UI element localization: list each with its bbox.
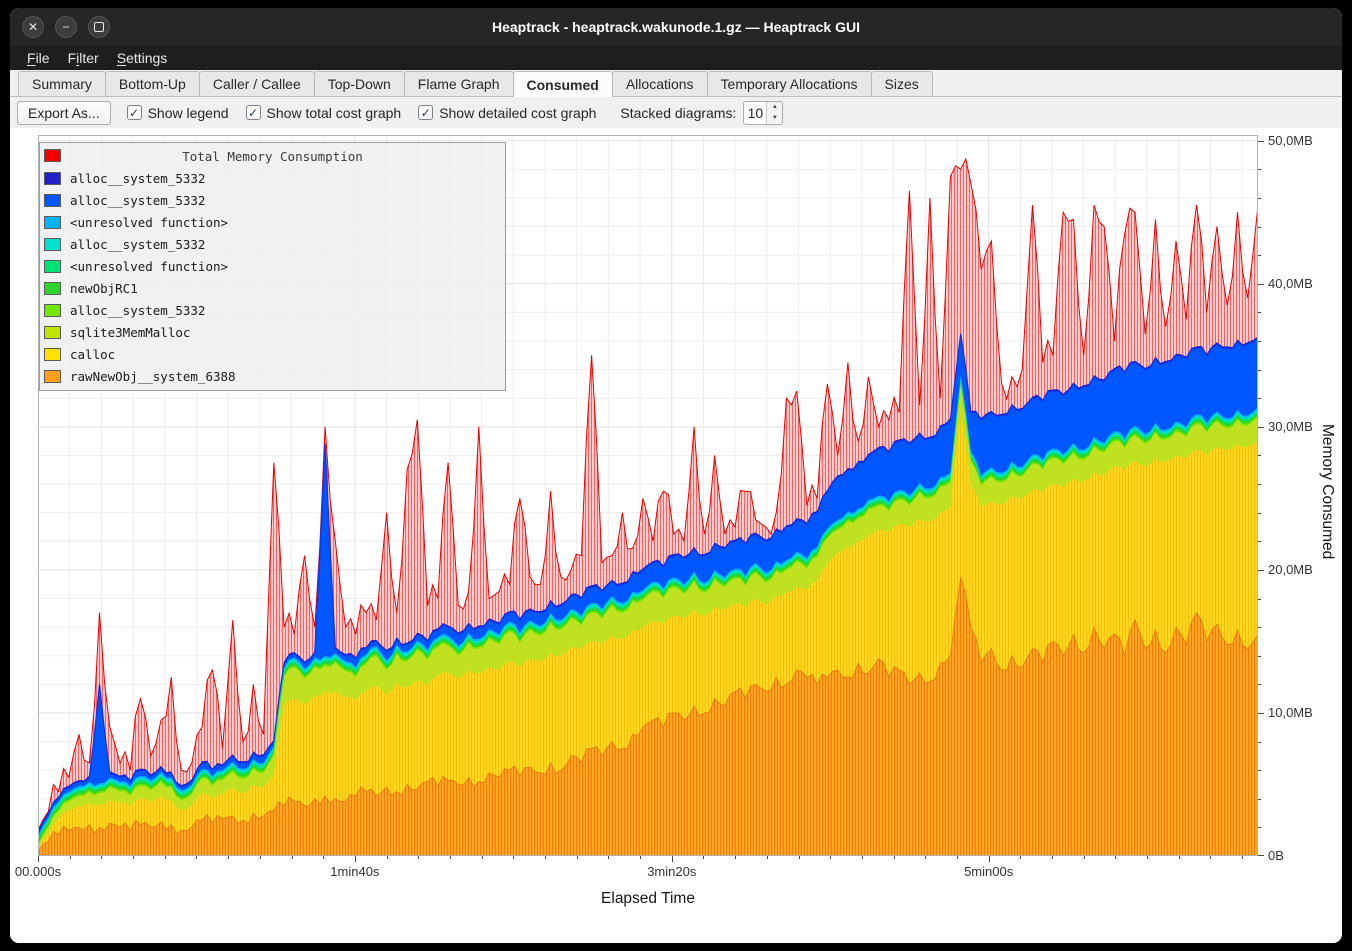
tab-caller-callee[interactable]: Caller / Callee [199, 71, 315, 96]
x-axis-ticks [38, 856, 1258, 864]
close-button[interactable]: ✕ [22, 16, 44, 38]
legend-label: sqlite3MemMalloc [70, 325, 190, 340]
legend-row: alloc__system_5332 [40, 189, 505, 211]
legend-label: alloc__system_5332 [70, 237, 205, 252]
legend-label: alloc__system_5332 [70, 171, 205, 186]
desktop-background: ✕ − Heaptrack - heaptrack.wakunode.1.gz … [0, 0, 1352, 951]
legend-swatch [44, 216, 61, 229]
legend-swatch [44, 304, 61, 317]
titlebar[interactable]: ✕ − Heaptrack - heaptrack.wakunode.1.gz … [10, 8, 1342, 46]
legend-label: <unresolved function> [70, 215, 228, 230]
legend-row: sqlite3MemMalloc [40, 321, 505, 343]
chart-legend: Total Memory Consumption alloc__system_53… [39, 142, 506, 391]
y-tick-label: 40,0MB [1268, 276, 1313, 292]
tab-bottom-up[interactable]: Bottom-Up [105, 71, 200, 96]
menu-filter[interactable]: Filter [59, 48, 108, 68]
legend-swatch [44, 238, 61, 251]
legend-swatch [44, 149, 61, 162]
y-tick-label: 10,0MB [1268, 705, 1313, 721]
checkbox-label: Show detailed cost graph [439, 105, 596, 121]
toolbar: Export As... ✓ Show legend ✓ Show total cos… [10, 97, 1342, 128]
legend-row: newObjRC1 [40, 277, 505, 299]
x-tick-label: 5min00s [944, 864, 1034, 879]
checkbox-show-detailed-cost-graph[interactable]: ✓ Show detailed cost graph [418, 105, 596, 121]
legend-swatch [44, 370, 61, 383]
window-controls: ✕ − [22, 16, 110, 38]
legend-label: alloc__system_5332 [70, 303, 205, 318]
chart-area: Total Memory Consumption alloc__system_53… [10, 128, 1342, 943]
checkbox-box: ✓ [127, 105, 142, 120]
checkbox-box: ✓ [246, 105, 261, 120]
spinbox-down-button[interactable]: ▼ [767, 113, 782, 124]
menu-file[interactable]: File [18, 48, 59, 68]
spinbox-value: 10 [744, 102, 766, 124]
spinbox-up-button[interactable]: ▲ [767, 102, 782, 113]
legend-swatch [44, 172, 61, 185]
stacked-diagrams-group: Stacked diagrams: 10 ▲ ▼ [620, 101, 783, 125]
legend-row: calloc [40, 343, 505, 365]
legend-swatch [44, 194, 61, 207]
legend-swatch [44, 326, 61, 339]
legend-label: rawNewObj__system_6388 [70, 369, 236, 384]
x-axis-title: Elapsed Time [38, 890, 1258, 908]
y-tick-label: 50,0MB [1268, 133, 1313, 149]
minimize-button[interactable]: − [55, 16, 77, 38]
x-tick-label: 3min20s [627, 864, 717, 879]
menubar: FileFilterSettings [10, 46, 1342, 70]
minimize-icon: − [62, 21, 69, 33]
checkbox-show-legend[interactable]: ✓ Show legend [127, 105, 229, 121]
legend-row: alloc__system_5332 [40, 299, 505, 321]
heaptrack-window: ✕ − Heaptrack - heaptrack.wakunode.1.gz … [10, 8, 1342, 943]
close-icon: ✕ [28, 21, 38, 33]
stacked-diagrams-label: Stacked diagrams: [620, 105, 736, 121]
maximize-button[interactable] [88, 16, 110, 38]
tab-summary[interactable]: Summary [18, 71, 106, 96]
legend-label: newObjRC1 [70, 281, 138, 296]
y-axis-title: Memory Consumed [1318, 424, 1336, 559]
legend-row: rawNewObj__system_6388 [40, 365, 505, 387]
legend-swatch [44, 282, 61, 295]
legend-label: <unresolved function> [70, 259, 228, 274]
tab-sizes[interactable]: Sizes [871, 71, 933, 96]
legend-title: Total Memory Consumption [182, 149, 363, 164]
legend-label: alloc__system_5332 [70, 193, 205, 208]
x-tick-label: 1min40s [310, 864, 400, 879]
export-as-button[interactable]: Export As... [17, 101, 111, 125]
window-title: Heaptrack - heaptrack.wakunode.1.gz — He… [140, 8, 1212, 46]
checkbox-box: ✓ [418, 105, 433, 120]
tab-allocations[interactable]: Allocations [612, 71, 708, 96]
tab-flame-graph[interactable]: Flame Graph [404, 71, 514, 96]
maximize-icon [94, 22, 104, 32]
checkbox-show-total-cost-graph[interactable]: ✓ Show total cost graph [246, 105, 402, 121]
tab-consumed[interactable]: Consumed [513, 71, 613, 97]
plot-canvas[interactable]: Total Memory Consumption alloc__system_53… [38, 135, 1258, 856]
tab-temporary-allocations[interactable]: Temporary Allocations [707, 71, 872, 96]
x-tick-label: 00.000s [10, 864, 83, 879]
legend-label: calloc [70, 347, 115, 362]
legend-row: alloc__system_5332 [40, 233, 505, 255]
y-tick-label: 30,0MB [1268, 419, 1313, 435]
tab-top-down[interactable]: Top-Down [314, 71, 405, 96]
legend-swatch [44, 348, 61, 361]
legend-row: <unresolved function> [40, 255, 505, 277]
legend-swatch [44, 260, 61, 273]
y-tick-label: 20,0MB [1268, 562, 1313, 578]
legend-row: <unresolved function> [40, 211, 505, 233]
stacked-diagrams-spinbox[interactable]: 10 ▲ ▼ [743, 101, 783, 125]
toolbar-checkboxes: ✓ Show legend ✓ Show total cost graph ✓ Show … [127, 105, 597, 121]
checkbox-label: Show legend [148, 105, 229, 121]
checkbox-label: Show total cost graph [267, 105, 402, 121]
spinbox-buttons: ▲ ▼ [766, 102, 782, 124]
y-tick-label: 0B [1268, 848, 1284, 864]
legend-row: alloc__system_5332 [40, 167, 505, 189]
tab-bar: SummaryBottom-UpCaller / CalleeTop-DownF… [10, 70, 1342, 97]
legend-title-row: Total Memory Consumption [40, 145, 505, 167]
menu-settings[interactable]: Settings [108, 48, 177, 68]
y-axis-ticks [1258, 135, 1266, 857]
